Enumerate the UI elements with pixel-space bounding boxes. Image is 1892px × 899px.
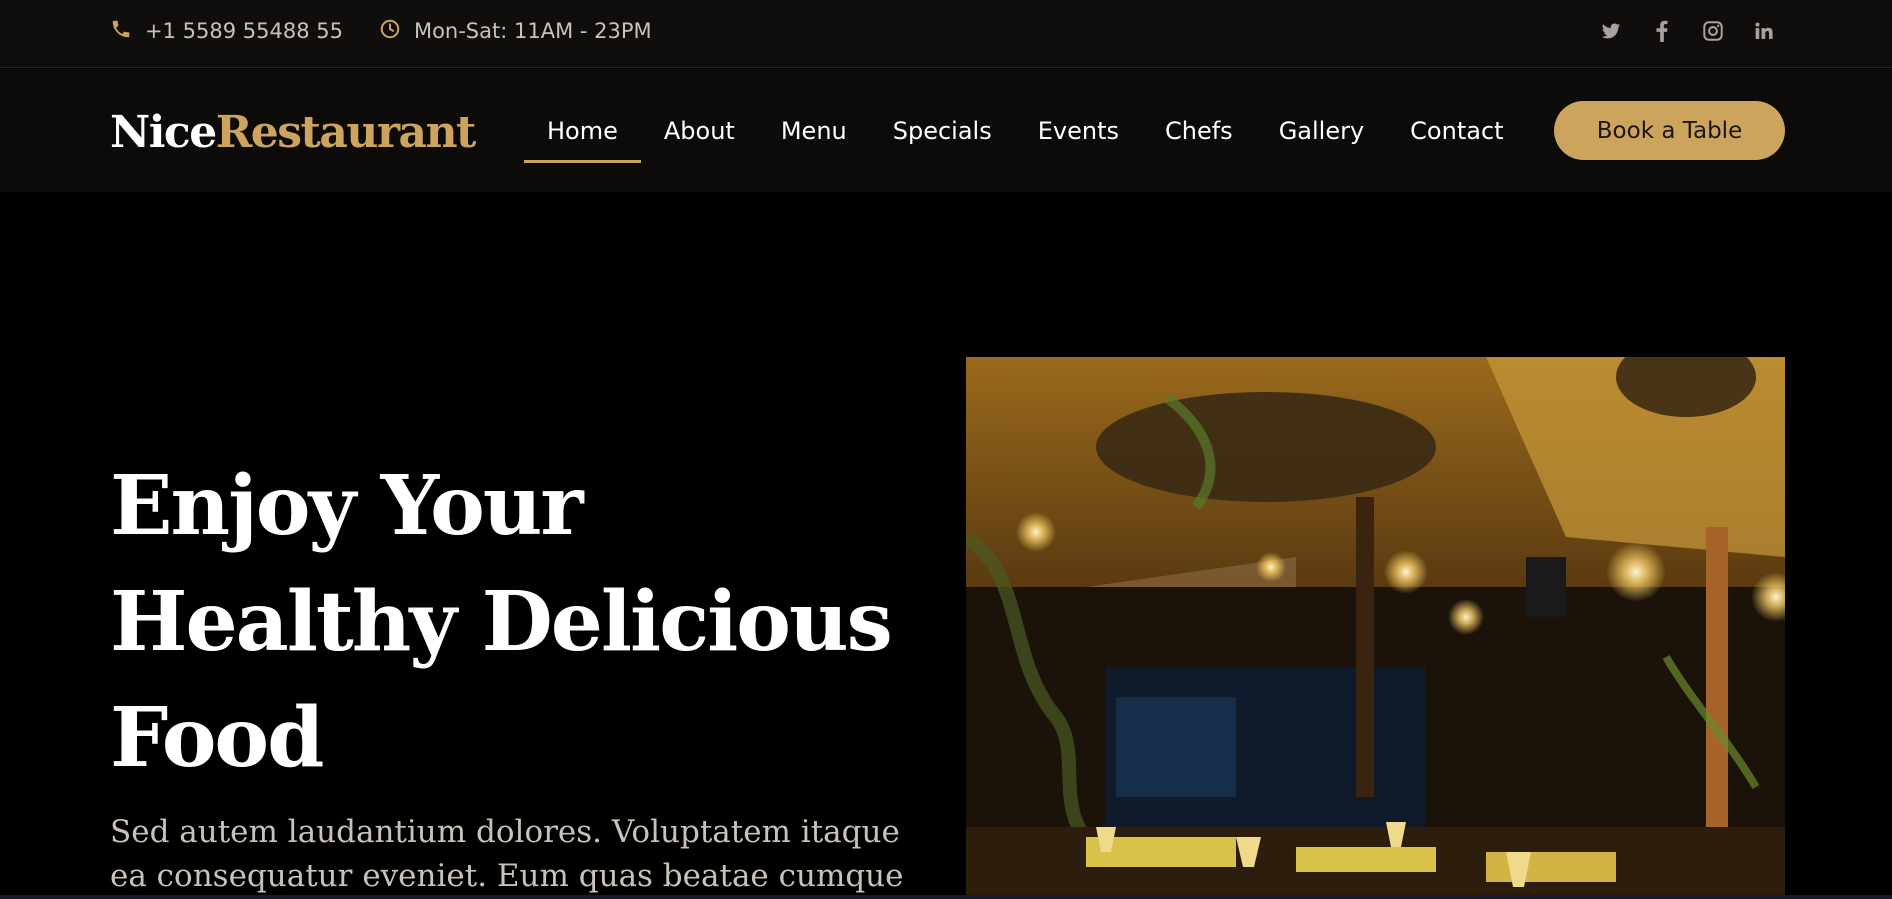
book-table-button[interactable]: Book a Table xyxy=(1554,101,1785,160)
header: NiceRestaurant Home About Menu Specials … xyxy=(0,69,1892,192)
nav-about[interactable]: About xyxy=(641,69,758,192)
hero-image xyxy=(966,357,1785,899)
site-logo[interactable]: NiceRestaurant xyxy=(110,107,477,158)
opening-hours: Mon-Sat: 11AM - 23PM xyxy=(413,19,652,43)
main-nav: Home About Menu Specials Events Chefs Ga… xyxy=(524,69,1527,192)
nav-events[interactable]: Events xyxy=(1015,69,1142,192)
clock-icon xyxy=(379,18,414,45)
hero-title: Enjoy Your Healthy Delicious Food xyxy=(110,448,930,796)
hero-subtitle: Sed autem laudantium dolores. Voluptatem… xyxy=(110,810,940,898)
nav-menu[interactable]: Menu xyxy=(758,69,870,192)
nav-home[interactable]: Home xyxy=(524,69,641,192)
nav-gallery[interactable]: Gallery xyxy=(1256,69,1387,192)
twitter-icon[interactable] xyxy=(1598,18,1624,44)
hero-title-line: Healthy Delicious xyxy=(110,574,893,670)
phone-number: +1 5589 55488 55 xyxy=(145,19,343,43)
facebook-icon[interactable] xyxy=(1649,18,1675,44)
hours-info: Mon-Sat: 11AM - 23PM xyxy=(379,18,652,45)
hero-subtitle-line: ea consequatur eveniet. Eum quas beatae … xyxy=(110,858,904,894)
social-links xyxy=(1573,0,1777,62)
linkedin-icon[interactable] xyxy=(1751,18,1777,44)
bottom-strip xyxy=(0,895,1892,899)
hero-title-line: Food xyxy=(110,690,324,786)
nav-chefs[interactable]: Chefs xyxy=(1142,69,1256,192)
hero-title-line: Enjoy Your xyxy=(110,458,584,554)
instagram-icon[interactable] xyxy=(1700,18,1726,44)
contact-info: +1 5589 55488 55 Mon-Sat: 11AM - 23PM xyxy=(110,0,688,62)
hero-subtitle-line: Sed autem laudantium dolores. Voluptatem… xyxy=(110,814,900,850)
logo-part-2: Restaurant xyxy=(215,107,477,158)
nav-specials[interactable]: Specials xyxy=(870,69,1015,192)
topbar: +1 5589 55488 55 Mon-Sat: 11AM - 23PM xyxy=(0,0,1892,68)
logo-part-1: Nice xyxy=(110,107,217,158)
nav-contact[interactable]: Contact xyxy=(1387,69,1526,192)
phone-info: +1 5589 55488 55 xyxy=(110,18,343,45)
phone-icon xyxy=(110,18,145,45)
